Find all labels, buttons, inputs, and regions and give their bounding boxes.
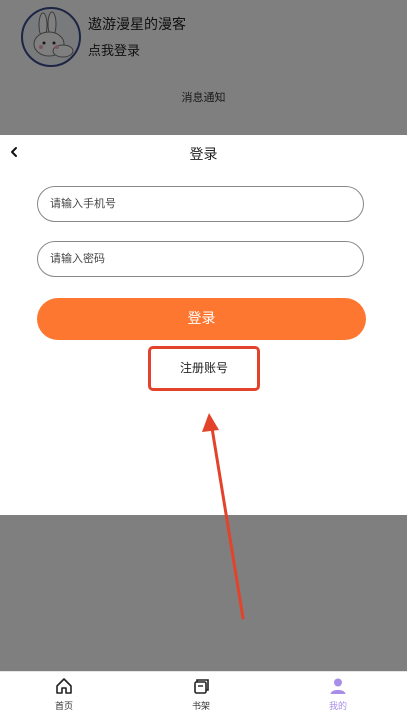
login-button[interactable]: 登录 — [37, 298, 366, 340]
login-modal: 登录 登录 注册账号 — [0, 135, 407, 515]
home-icon — [56, 678, 72, 694]
tab-home-label: 首页 — [54, 702, 73, 712]
bottom-tab-bar: 首页 书架 我的 — [0, 671, 407, 716]
user-icon — [330, 678, 346, 694]
bookshelf-icon — [194, 679, 209, 694]
tab-bookshelf[interactable]: 书架 — [161, 672, 241, 716]
modal-title: 登录 — [189, 147, 218, 163]
tab-bookshelf-label: 书架 — [191, 702, 210, 712]
tab-mine-label: 我的 — [328, 702, 347, 712]
tab-home[interactable]: 首页 — [24, 672, 104, 716]
phone-input[interactable] — [37, 186, 364, 222]
register-link[interactable]: 注册账号 — [148, 346, 260, 391]
password-input[interactable] — [37, 241, 364, 277]
tab-mine[interactable]: 我的 — [298, 672, 378, 716]
